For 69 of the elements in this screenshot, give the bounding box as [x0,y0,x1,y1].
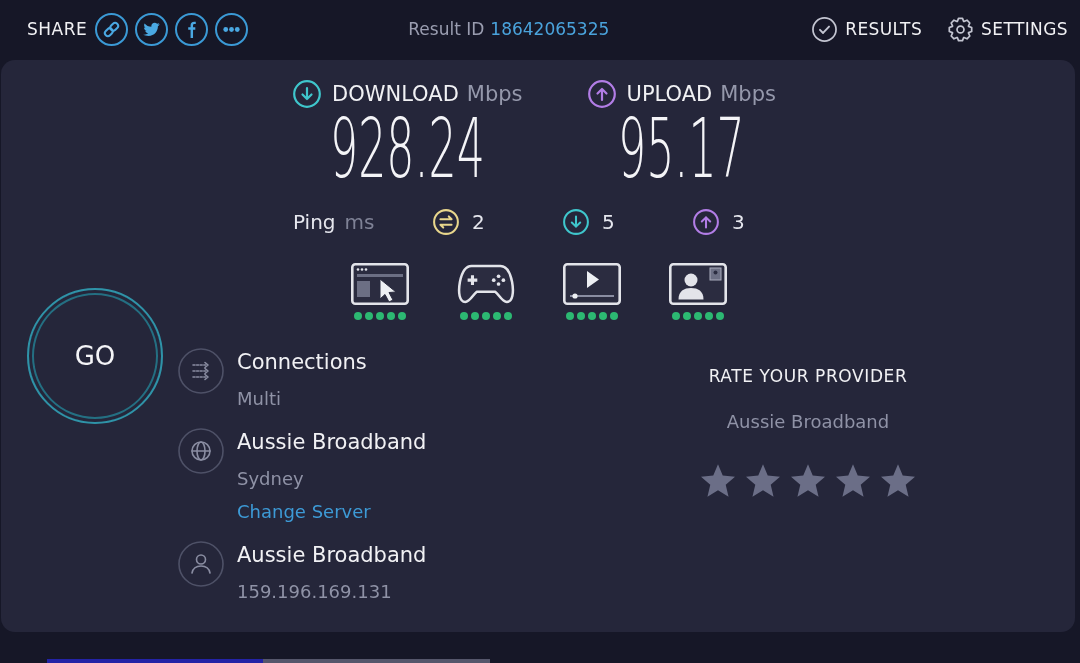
f-logo-icon [186,20,197,38]
dot-icon [470,312,479,320]
dot-icon [353,312,362,320]
bird-icon [143,20,161,38]
dot-icon [609,312,618,320]
change-server-link[interactable]: Change Server [237,499,371,525]
speed-value: 95.17 [618,108,746,192]
dot-icon [682,312,691,320]
dot-icon [598,312,607,320]
info-subtitle: Multi [237,387,281,411]
globe-icon [178,428,224,474]
share-label: SHARE [27,19,88,39]
results-button[interactable]: RESULTS [812,16,923,42]
go-button[interactable]: GO [27,288,163,424]
more-button[interactable] [215,12,249,46]
check-circle-icon [812,16,838,42]
person-screen-icon [668,263,727,305]
ping-label: Ping [293,210,336,234]
result-id-link[interactable]: 18642065325 [490,19,610,39]
rate-title: RATE YOUR PROVIDER [708,365,908,387]
speed-label: DOWNLOAD [332,82,459,106]
info-title: Connections [237,349,367,375]
ping-value: 2 [472,210,485,234]
dot-icon [459,312,468,320]
dot-icon [693,312,702,320]
info-title: Aussie Broadband [237,429,427,455]
info-subtitle: Sydney [237,467,304,491]
star-icon[interactable] [746,464,780,497]
link-icon [103,20,121,38]
dot-icon [386,312,395,320]
dot-icon [671,312,680,320]
dot-icon [397,312,406,320]
dot-icon [715,312,724,320]
more-icon [223,26,241,32]
info-title: Aussie Broadband [237,542,427,568]
star-icon[interactable] [836,464,870,497]
video-player-icon [562,263,621,305]
dot-icon [704,312,713,320]
rate-provider-name: Aussie Broadband [726,411,890,433]
dot-icon [481,312,490,320]
settings-icon [948,16,974,42]
result-id-label: Result ID [408,19,485,39]
speed-unit: Mbps [466,82,523,106]
ping-unit: ms [344,210,375,234]
share-button[interactable] [135,12,169,46]
dot-icon [565,312,574,320]
dot-icon [492,312,501,320]
dot-icon [375,312,384,320]
info-subtitle: 159.196.169.131 [237,580,392,604]
copy-link-button[interactable] [95,12,129,46]
dot-icon [503,312,512,320]
dot-icon [576,312,585,320]
dot-icon [587,312,596,320]
speed-unit: Mbps [720,82,776,106]
ping-value: 3 [732,210,745,234]
star-icon[interactable] [791,464,825,497]
swap-arrows-icon [433,209,459,235]
settings-button[interactable]: SETTINGS [948,16,1068,42]
user-icon [178,541,224,587]
star-icon[interactable] [881,464,915,497]
speed-label: UPLOAD [626,82,713,106]
game-controller-icon [456,263,515,305]
browser-window-icon [350,263,409,305]
speed-value: 928.24 [330,108,486,192]
share-button[interactable] [175,12,209,46]
connections-icon [178,348,224,394]
dot-icon [364,312,373,320]
ping-value: 5 [602,210,615,234]
star-icon[interactable] [701,464,735,497]
